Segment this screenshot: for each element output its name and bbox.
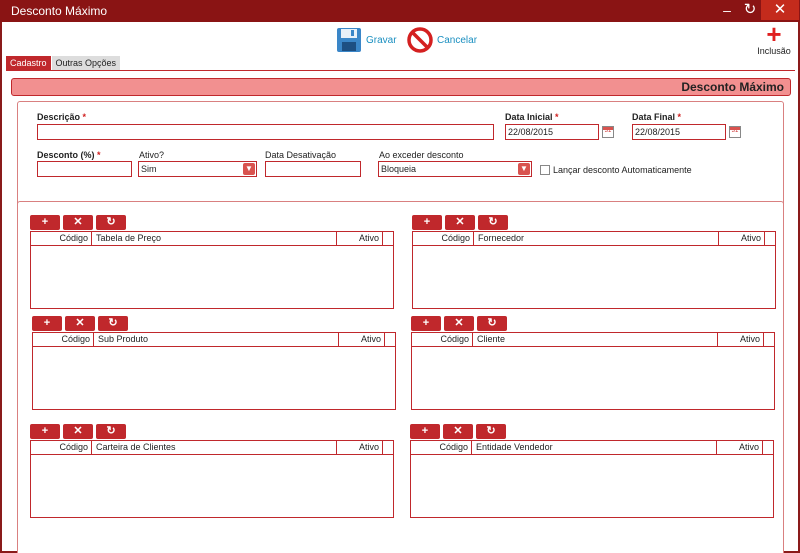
- data-inicial-input[interactable]: 22/08/2015: [505, 124, 599, 140]
- data-final-input[interactable]: 22/08/2015: [632, 124, 726, 140]
- minimize-button[interactable]: ‒: [714, 0, 740, 20]
- main-window: Gravar Cancelar + Inclusão Cadastro Outr…: [2, 19, 798, 553]
- data-desativacao-input[interactable]: [265, 161, 361, 177]
- col-descricao[interactable]: Fornecedor: [475, 232, 719, 245]
- col-ativo[interactable]: Ativo: [718, 441, 763, 454]
- col-codigo[interactable]: Código: [33, 333, 94, 346]
- section-title: Desconto Máximo: [681, 80, 784, 94]
- refresh-button[interactable]: ↻: [98, 316, 128, 331]
- close-button[interactable]: ✕: [761, 0, 799, 20]
- col-codigo[interactable]: Código: [31, 441, 92, 454]
- lancar-auto-label: Lançar desconto Automaticamente: [553, 165, 692, 175]
- cancel-label: Cancelar: [437, 34, 478, 46]
- data-inicial-label: Data Inicial *: [505, 112, 559, 122]
- descricao-label: Descrição *: [37, 112, 87, 122]
- refresh-button[interactable]: ↻: [96, 215, 126, 230]
- tab-divider: [6, 70, 795, 71]
- refresh-button[interactable]: ↻: [477, 316, 507, 331]
- calendar-icon[interactable]: 31: [729, 126, 741, 138]
- calendar-icon[interactable]: 31: [602, 126, 614, 138]
- remove-button[interactable]: ✕: [445, 215, 475, 230]
- grid-cliente: Código Cliente Ativo: [411, 332, 775, 410]
- chevron-down-icon: ▼: [243, 163, 255, 175]
- col-codigo[interactable]: Código: [411, 441, 472, 454]
- remove-button[interactable]: ✕: [63, 424, 93, 439]
- cancel-button[interactable]: Cancelar: [407, 27, 477, 53]
- descricao-input[interactable]: [37, 124, 494, 140]
- add-button[interactable]: +: [410, 424, 440, 439]
- desconto-label: Desconto (%) *: [37, 150, 101, 160]
- desconto-input[interactable]: [37, 161, 132, 177]
- grid-carteira: Código Carteira de Clientes Ativo: [30, 440, 394, 518]
- add-button[interactable]: +: [32, 316, 62, 331]
- add-button[interactable]: +: [30, 215, 60, 230]
- col-codigo[interactable]: Código: [413, 232, 474, 245]
- remove-button[interactable]: ✕: [63, 215, 93, 230]
- ativo-value: Sim: [141, 164, 157, 174]
- ao-exceder-label: Ao exceder desconto: [379, 150, 464, 160]
- col-ativo[interactable]: Ativo: [720, 232, 765, 245]
- cancel-icon: [407, 27, 433, 53]
- refresh-button[interactable]: ↻: [478, 215, 508, 230]
- ao-exceder-select[interactable]: Bloqueia ▼: [378, 161, 532, 177]
- col-ativo[interactable]: Ativo: [338, 441, 383, 454]
- grid-vendedor: Código Entidade Vendedor Ativo: [410, 440, 774, 518]
- col-descricao[interactable]: Entidade Vendedor: [473, 441, 717, 454]
- col-codigo[interactable]: Código: [412, 333, 473, 346]
- tab-strip: Cadastro Outras Opções: [6, 56, 121, 70]
- col-ativo[interactable]: Ativo: [719, 333, 764, 346]
- data-desativacao-label: Data Desativação: [265, 150, 337, 160]
- inclusao-label: Inclusão: [757, 46, 791, 56]
- ao-exceder-value: Bloqueia: [381, 164, 417, 174]
- grid-fornecedor: Código Fornecedor Ativo: [412, 231, 776, 309]
- col-ativo[interactable]: Ativo: [338, 232, 383, 245]
- floppy-disk-icon: [337, 28, 361, 52]
- col-codigo[interactable]: Código: [31, 232, 92, 245]
- section-header: Desconto Máximo: [11, 78, 791, 96]
- toolbar: Gravar Cancelar + Inclusão: [2, 19, 798, 56]
- lancar-auto-checkbox[interactable]: [540, 165, 550, 175]
- remove-button[interactable]: ✕: [443, 424, 473, 439]
- form-panel: Descrição * Data Inicial * 22/08/2015 31…: [17, 101, 784, 217]
- col-descricao[interactable]: Cliente: [474, 333, 718, 346]
- grid-sub-produto: Código Sub Produto Ativo: [32, 332, 396, 410]
- ativo-label: Ativo?: [139, 150, 165, 160]
- add-button[interactable]: +: [30, 424, 60, 439]
- add-button[interactable]: +: [412, 215, 442, 230]
- window-title: Desconto Máximo: [11, 4, 108, 18]
- refresh-button[interactable]: ↻: [476, 424, 506, 439]
- grids-panel: + ✕ ↻ Código Tabela de Preço Ativo + ✕ ↻: [17, 201, 784, 553]
- refresh-button[interactable]: ↻: [96, 424, 126, 439]
- save-button[interactable]: Gravar: [336, 27, 397, 53]
- ativo-select[interactable]: Sim ▼: [138, 161, 257, 177]
- remove-button[interactable]: ✕: [65, 316, 95, 331]
- col-descricao[interactable]: Carteira de Clientes: [93, 441, 337, 454]
- add-button[interactable]: +: [411, 316, 441, 331]
- remove-button[interactable]: ✕: [444, 316, 474, 331]
- col-descricao[interactable]: Tabela de Preço: [93, 232, 337, 245]
- refresh-button[interactable]: ↻: [740, 0, 760, 20]
- chevron-down-icon: ▼: [518, 163, 530, 175]
- save-label: Gravar: [366, 34, 397, 46]
- plus-icon: +: [766, 19, 782, 49]
- data-final-label: Data Final *: [632, 112, 682, 122]
- grid-tabela-preco: Código Tabela de Preço Ativo: [30, 231, 394, 309]
- col-descricao[interactable]: Sub Produto: [95, 333, 339, 346]
- inclusao-button[interactable]: + Inclusão: [754, 19, 794, 56]
- title-bar: Desconto Máximo ‒ ↻ ✕: [0, 0, 800, 22]
- col-ativo[interactable]: Ativo: [340, 333, 385, 346]
- tab-cadastro[interactable]: Cadastro: [6, 56, 51, 70]
- tab-outras-opcoes[interactable]: Outras Opções: [51, 56, 121, 70]
